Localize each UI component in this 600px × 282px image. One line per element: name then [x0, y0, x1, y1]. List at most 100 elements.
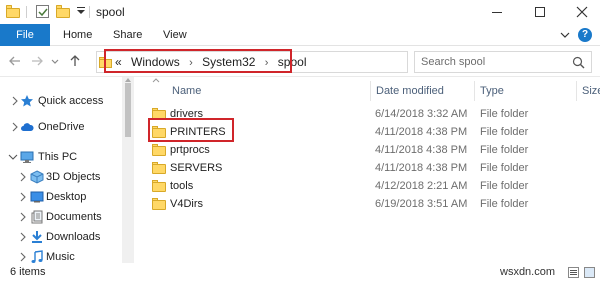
folder-icon [152, 144, 166, 156]
navigation-bar: « Windows › System32 › spool [0, 47, 600, 77]
table-row[interactable]: V4Dirs 6/19/2018 3:51 AM File folder [148, 195, 588, 213]
tab-home[interactable]: Home [63, 24, 92, 46]
divider [26, 6, 27, 18]
chevron-right-icon[interactable] [16, 170, 30, 184]
music-icon [31, 250, 43, 263]
table-row[interactable]: tools 4/12/2018 2:21 AM File folder [148, 177, 588, 195]
desktop-icon [30, 191, 44, 203]
maximize-button[interactable] [519, 0, 563, 24]
sidebar-item-label: Downloads [46, 231, 101, 243]
search-input[interactable] [421, 54, 561, 70]
scroll-up-icon[interactable] [125, 77, 131, 82]
navigation-pane: Quick access OneDrive This PC 3D Objects… [0, 77, 136, 263]
address-highlight-box [104, 49, 292, 73]
sidebar-scrollbar[interactable] [122, 77, 134, 263]
item-count: 6 items [10, 266, 46, 278]
tab-file[interactable]: File [0, 24, 50, 46]
customize-toolbar-icon[interactable] [76, 6, 86, 16]
column-header-size[interactable]: Size [582, 81, 600, 101]
chevron-down-icon[interactable] [6, 150, 20, 164]
sidebar-item-downloads[interactable]: Downloads [0, 227, 122, 247]
ribbon: File Home Share View ? [0, 24, 600, 46]
divider [89, 6, 90, 18]
sidebar-item-this-pc[interactable]: This PC [0, 147, 122, 167]
forward-arrow-icon[interactable] [30, 54, 44, 68]
sidebar-item-label: Desktop [46, 191, 87, 203]
back-arrow-icon[interactable] [8, 54, 22, 68]
file-list: Name Date modified Type Size drivers 6/1… [136, 77, 600, 263]
table-row[interactable]: prtprocs 4/11/2018 4:38 PM File folder [148, 141, 588, 159]
file-type: File folder [480, 126, 529, 138]
folder-icon [152, 162, 166, 174]
folder-icon[interactable] [6, 5, 20, 18]
expand-ribbon-icon[interactable] [560, 30, 570, 40]
close-icon [576, 6, 588, 18]
sidebar-item-label: OneDrive [38, 121, 85, 133]
column-header-date[interactable]: Date modified [376, 81, 444, 101]
file-date: 4/12/2018 2:21 AM [375, 180, 468, 192]
recent-locations-icon[interactable] [50, 54, 60, 68]
column-divider[interactable] [576, 81, 577, 101]
cloud-icon [21, 123, 34, 131]
cube-icon [30, 170, 44, 184]
sidebar-item-documents[interactable]: Documents [0, 207, 122, 227]
column-header-type[interactable]: Type [480, 81, 504, 101]
new-folder-icon[interactable] [56, 5, 70, 18]
sidebar-item-3d-objects[interactable]: 3D Objects [0, 167, 122, 187]
documents-icon [31, 210, 43, 224]
watermark: wsxdn.com [500, 266, 556, 278]
sidebar-item-desktop[interactable]: Desktop [0, 187, 122, 207]
folder-icon [152, 198, 166, 210]
sidebar-item-onedrive[interactable]: OneDrive [0, 117, 122, 137]
close-button[interactable] [560, 0, 600, 24]
table-row[interactable]: SERVERS 4/11/2018 4:38 PM File folder [148, 159, 588, 177]
chevron-right-icon[interactable] [16, 190, 30, 204]
sidebar-item-label: Quick access [38, 95, 104, 107]
search-icon[interactable] [572, 56, 585, 69]
file-type: File folder [480, 180, 529, 192]
file-list-scrollbar[interactable] [588, 101, 600, 263]
properties-icon[interactable] [36, 5, 49, 18]
sidebar-item-quick-access[interactable]: Quick access [0, 91, 122, 111]
sidebar-item-label: 3D Objects [46, 171, 101, 183]
file-date: 4/11/2018 4:38 PM [375, 126, 468, 138]
file-date: 6/19/2018 3:51 AM [375, 198, 468, 210]
up-arrow-icon[interactable] [68, 54, 82, 68]
file-type: File folder [480, 144, 529, 156]
chevron-right-icon[interactable] [16, 250, 30, 264]
large-icons-view-button[interactable] [584, 267, 595, 278]
search-box[interactable] [414, 51, 592, 73]
window-title: spool [96, 5, 125, 19]
file-date: 4/11/2018 4:38 PM [375, 162, 468, 174]
column-divider[interactable] [474, 81, 475, 101]
sidebar-item-label: Documents [46, 211, 102, 223]
file-name: V4Dirs [170, 198, 204, 210]
star-icon [21, 95, 33, 107]
details-view-button[interactable] [568, 267, 579, 278]
file-type: File folder [480, 198, 529, 210]
file-type: File folder [480, 162, 529, 174]
tab-view[interactable]: View [163, 24, 187, 46]
status-bar: 6 items wsxdn.com [0, 263, 600, 282]
file-name: SERVERS [170, 162, 223, 174]
file-date: 4/11/2018 4:38 PM [375, 144, 468, 156]
sidebar-item-label: This PC [38, 151, 78, 163]
title-bar: spool [0, 0, 600, 24]
column-divider[interactable] [370, 81, 371, 101]
file-name: tools [170, 180, 194, 192]
minimize-button[interactable] [475, 0, 519, 24]
chevron-right-icon[interactable] [16, 210, 30, 224]
column-label: Name [172, 85, 202, 97]
scrollbar-thumb[interactable] [125, 83, 131, 137]
file-name: prtprocs [170, 144, 210, 156]
file-date: 6/14/2018 3:32 AM [375, 108, 468, 120]
printers-highlight-box [148, 118, 234, 142]
help-icon[interactable]: ? [578, 28, 592, 42]
download-icon [32, 231, 42, 243]
sort-arrow-icon [152, 78, 160, 83]
tab-share[interactable]: Share [113, 24, 142, 46]
column-header-name[interactable]: Name [152, 78, 202, 101]
file-type: File folder [480, 108, 529, 120]
chevron-right-icon[interactable] [16, 230, 30, 244]
folder-icon [152, 180, 166, 192]
